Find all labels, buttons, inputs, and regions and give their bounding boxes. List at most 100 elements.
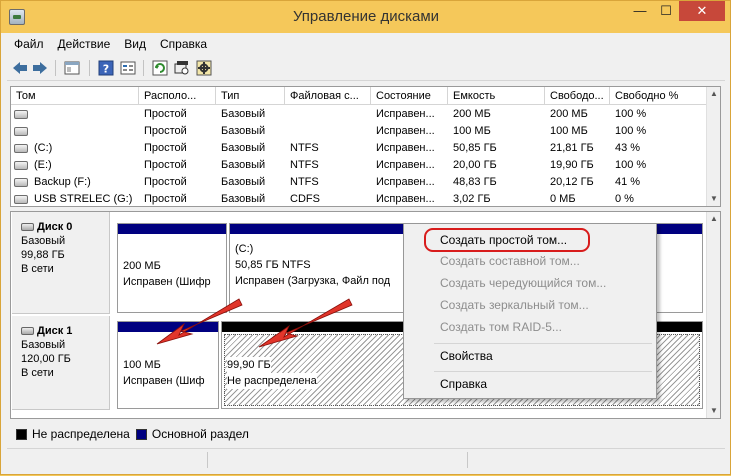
window-title: Управление дисками bbox=[292, 8, 440, 25]
close-button[interactable]: ✕ bbox=[679, 1, 725, 21]
partition-status: Исправен (Загрузка, Файл под bbox=[235, 275, 391, 287]
rescan-icon[interactable] bbox=[173, 59, 191, 77]
disk-1-label[interactable]: Диск 1 Базовый 120,00 ГБ В сети bbox=[12, 316, 110, 410]
table-row[interactable]: Backup (F:) Простой Базовый NTFS Исправе… bbox=[11, 174, 707, 191]
menu-create-raid5-volume[interactable]: Создать том RAID-5... bbox=[440, 318, 562, 336]
scroll-up-icon[interactable]: ▲ bbox=[707, 212, 720, 226]
disk-0-size: 99,88 ГБ bbox=[21, 249, 65, 261]
table-row[interactable]: (C:) Простой Базовый NTFS Исправен... 50… bbox=[11, 140, 707, 157]
primary-partition-swatch bbox=[135, 428, 147, 440]
status-bar bbox=[7, 448, 725, 470]
menu-create-mirrored-volume[interactable]: Создать зеркальный том... bbox=[440, 296, 589, 314]
menu-help[interactable]: Справка bbox=[153, 37, 214, 51]
volume-type: Базовый bbox=[221, 159, 266, 171]
disk-1-partition-system[interactable]: 100 МБ Исправен (Шиф bbox=[117, 321, 219, 409]
volume-filesystem: NTFS bbox=[290, 159, 319, 171]
volume-type: Базовый bbox=[221, 193, 266, 205]
column-header-volume[interactable]: Том bbox=[11, 87, 139, 105]
drive-icon bbox=[14, 110, 28, 119]
volume-list-scrollbar[interactable]: ▲ ▼ bbox=[706, 87, 720, 206]
scroll-up-icon[interactable]: ▲ bbox=[707, 87, 720, 101]
column-header-status[interactable]: Состояние bbox=[371, 87, 448, 105]
volume-free-percent: 100 % bbox=[615, 108, 647, 120]
drive-icon bbox=[14, 178, 28, 187]
volume-free-space: 19,90 ГБ bbox=[550, 159, 594, 171]
disk-panel-scrollbar[interactable]: ▲ ▼ bbox=[706, 212, 720, 418]
volume-filesystem: CDFS bbox=[290, 193, 320, 205]
volume-capacity: 200 МБ bbox=[453, 108, 491, 120]
maximize-button[interactable]: ☐ bbox=[653, 1, 679, 21]
volume-layout: Простой bbox=[144, 159, 187, 171]
menu-create-striped-volume[interactable]: Создать чередующийся том... bbox=[440, 274, 606, 292]
volume-name: Backup (F:) bbox=[34, 176, 91, 188]
primary-partition-bar bbox=[118, 224, 226, 234]
toolbar-separator bbox=[143, 60, 144, 76]
volume-list[interactable]: Том Располо... Тип Файловая с... Состоян… bbox=[10, 86, 721, 207]
status-separator bbox=[207, 452, 208, 468]
menu-properties[interactable]: Свойства bbox=[440, 347, 493, 365]
volume-type: Базовый bbox=[221, 125, 266, 137]
menu-help-item[interactable]: Справка bbox=[440, 375, 487, 393]
menu-separator bbox=[434, 343, 652, 344]
volume-filesystem: NTFS bbox=[290, 142, 319, 154]
volume-free-percent: 100 % bbox=[615, 159, 647, 171]
menu-bar: Файл Действие Вид Справка bbox=[7, 33, 725, 54]
properties-icon[interactable] bbox=[119, 59, 137, 77]
console-tree-icon[interactable] bbox=[63, 59, 81, 77]
volume-capacity: 20,00 ГБ bbox=[453, 159, 497, 171]
scroll-down-icon[interactable]: ▼ bbox=[707, 404, 720, 418]
column-header-capacity[interactable]: Емкость bbox=[448, 87, 545, 105]
settings-icon[interactable] bbox=[195, 59, 213, 77]
table-row[interactable]: Простой Базовый Исправен... 100 МБ 100 М… bbox=[11, 123, 707, 140]
forward-arrow-icon[interactable] bbox=[31, 59, 49, 77]
volume-type: Базовый bbox=[221, 142, 266, 154]
volume-layout: Простой bbox=[144, 193, 187, 205]
disk-0-label[interactable]: Диск 0 Базовый 99,88 ГБ В сети bbox=[12, 212, 110, 314]
toolbar: ? bbox=[7, 54, 725, 81]
volume-free-percent: 0 % bbox=[615, 193, 634, 205]
refresh-icon[interactable] bbox=[151, 59, 169, 77]
volume-free-percent: 100 % bbox=[615, 125, 647, 137]
volume-free-space: 0 МБ bbox=[550, 193, 576, 205]
volume-type: Базовый bbox=[221, 108, 266, 120]
menu-create-simple-volume[interactable]: Создать простой том... bbox=[440, 231, 567, 249]
help-icon[interactable]: ? bbox=[97, 59, 115, 77]
column-header-layout[interactable]: Располо... bbox=[139, 87, 216, 105]
volume-free-space: 200 МБ bbox=[550, 108, 588, 120]
volume-free-space: 21,81 ГБ bbox=[550, 142, 594, 154]
disk-1-kind: Базовый bbox=[21, 339, 66, 351]
partition-size: 100 МБ bbox=[123, 359, 161, 371]
disk-0-name: Диск 0 bbox=[21, 220, 109, 234]
disk-management-window: Управление дисками — ☐ ✕ Файл Действие В… bbox=[0, 0, 731, 475]
menu-file[interactable]: Файл bbox=[7, 37, 51, 51]
menu-action[interactable]: Действие bbox=[51, 37, 118, 51]
table-row[interactable]: Простой Базовый Исправен... 200 МБ 200 М… bbox=[11, 106, 707, 123]
menu-create-spanned-volume[interactable]: Создать составной том... bbox=[440, 252, 580, 270]
disk-1-state: В сети bbox=[21, 367, 54, 379]
volume-capacity: 3,02 ГБ bbox=[453, 193, 491, 205]
volume-filesystem bbox=[285, 106, 371, 123]
volume-name bbox=[29, 106, 139, 123]
column-header-free-percent[interactable]: Свободно % bbox=[610, 87, 707, 105]
table-row[interactable]: USB STRELEC (G:) Простой Базовый CDFS Ис… bbox=[11, 191, 707, 206]
volume-name: USB STRELEC (G:) bbox=[34, 193, 133, 205]
volume-free-percent: 43 % bbox=[615, 142, 641, 154]
toolbar-separator bbox=[89, 60, 90, 76]
partition-size: 200 МБ bbox=[123, 260, 161, 272]
table-row[interactable]: (E:) Простой Базовый NTFS Исправен... 20… bbox=[11, 157, 707, 174]
menu-view[interactable]: Вид bbox=[117, 37, 153, 51]
column-header-type[interactable]: Тип bbox=[216, 87, 285, 105]
volume-free-space: 100 МБ bbox=[550, 125, 588, 137]
minimize-button[interactable]: — bbox=[627, 1, 653, 21]
volume-layout: Простой bbox=[144, 125, 187, 137]
column-header-free-space[interactable]: Свободо... bbox=[545, 87, 610, 105]
partition-size: 50,85 ГБ NTFS bbox=[235, 259, 311, 271]
volume-status: Исправен... bbox=[376, 125, 435, 137]
volume-type: Базовый bbox=[221, 176, 266, 188]
back-arrow-icon[interactable] bbox=[11, 59, 29, 77]
disk-0-partition-system[interactable]: 200 МБ Исправен (Шифр bbox=[117, 223, 227, 313]
volume-layout: Простой bbox=[144, 108, 187, 120]
scroll-down-icon[interactable]: ▼ bbox=[707, 192, 720, 206]
column-header-filesystem[interactable]: Файловая с... bbox=[285, 87, 371, 105]
disk-icon bbox=[21, 223, 34, 231]
